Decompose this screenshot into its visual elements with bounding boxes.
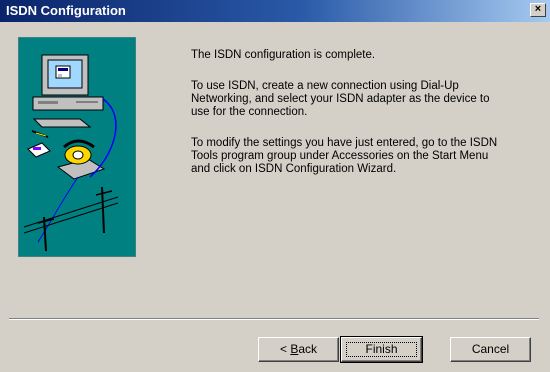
finish-button[interactable]: Finish bbox=[340, 336, 423, 363]
modify-instructions: To modify the settings you have just ent… bbox=[191, 137, 536, 176]
button-separator bbox=[9, 318, 539, 320]
usage-line-1: To use ISDN, create a new connection usi… bbox=[191, 80, 459, 92]
title-bar[interactable]: ISDN Configuration × bbox=[0, 0, 550, 22]
back-arrow-glyph: < bbox=[279, 342, 291, 356]
usage-line-3: use for the connection. bbox=[191, 106, 308, 118]
wizard-illustration bbox=[18, 37, 136, 257]
modify-line-1: To modify the settings you have just ent… bbox=[191, 137, 498, 149]
close-button[interactable]: × bbox=[530, 3, 546, 17]
dialog-window: ISDN Configuration × The ISDN configurat… bbox=[0, 0, 550, 372]
modify-line-3: and click on ISDN Configuration Wizard. bbox=[191, 163, 397, 175]
back-label-rest: ack bbox=[298, 342, 318, 356]
usage-instructions: To use ISDN, create a new connection usi… bbox=[191, 80, 536, 119]
completion-message: The ISDN configuration is complete. bbox=[191, 49, 376, 61]
cancel-button[interactable]: Cancel bbox=[450, 337, 531, 362]
window-title: ISDN Configuration bbox=[6, 3, 126, 18]
usage-line-2: Networking, and select your ISDN adapter… bbox=[191, 93, 490, 105]
cancel-label: Cancel bbox=[471, 342, 510, 356]
close-icon: × bbox=[534, 3, 542, 15]
focus-rectangle bbox=[346, 342, 417, 357]
modify-line-2: Tools program group under Accessories on… bbox=[191, 150, 489, 162]
back-button[interactable]: < Back bbox=[258, 337, 339, 362]
